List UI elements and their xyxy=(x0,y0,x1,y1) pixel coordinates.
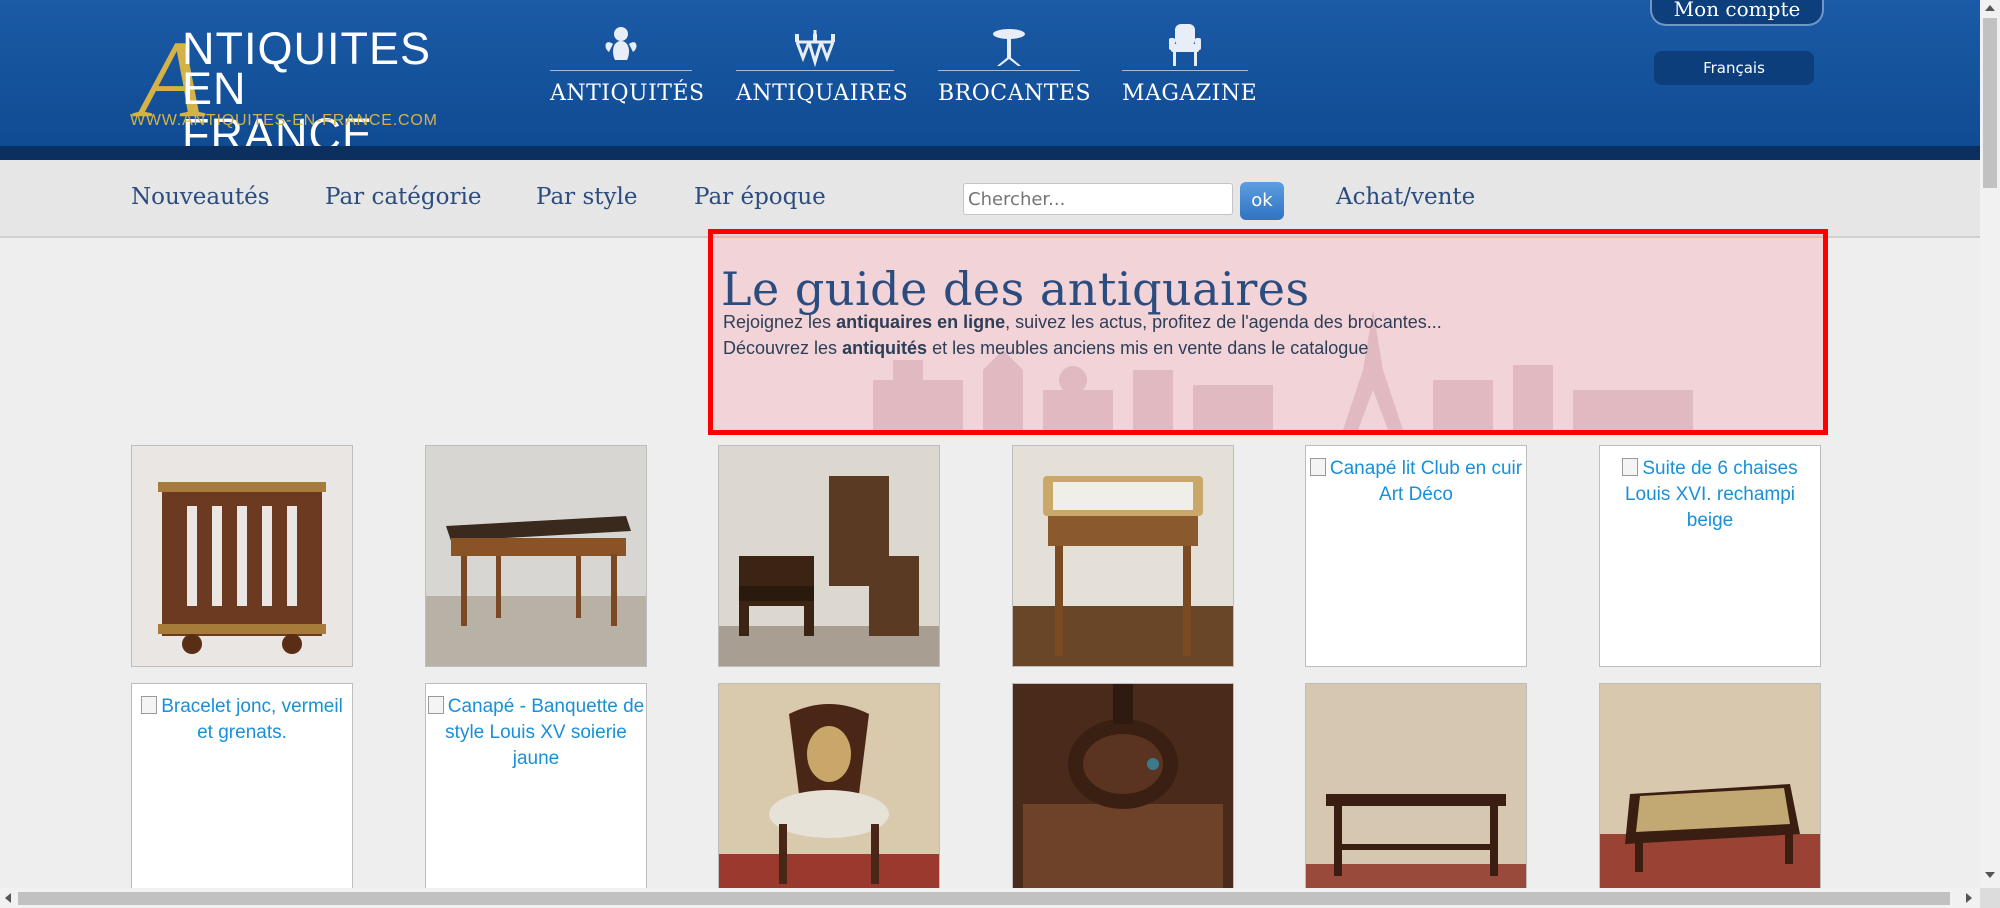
vertical-scroll-thumb[interactable] xyxy=(1983,18,1997,188)
product-tile[interactable]: Bracelet jonc, vermeil et grenats. xyxy=(131,683,353,905)
logo-url: WWW.ANTIQUITES-EN-FRANCE.COM xyxy=(130,112,438,129)
nav-separator xyxy=(938,70,1080,71)
broken-image-icon xyxy=(1309,458,1326,476)
product-photo-console-table xyxy=(1306,684,1526,904)
horizontal-scroll-thumb[interactable] xyxy=(18,892,1950,905)
language-selector[interactable]: Français xyxy=(1654,51,1814,85)
product-tile[interactable] xyxy=(718,683,940,905)
nav-label: MAGAZINE xyxy=(1122,81,1258,106)
product-image-alt[interactable]: Bracelet jonc, vermeil et grenats. xyxy=(132,694,352,746)
hero-banner: Le guide des antiquaires Rejoignez les a… xyxy=(708,229,1828,435)
product-photo-carved-panels-and-chair xyxy=(719,446,939,666)
nav-antiquites[interactable]: ANTIQUITÉS xyxy=(550,20,705,120)
search-input[interactable] xyxy=(963,183,1233,215)
product-tile[interactable] xyxy=(718,445,940,667)
product-tile[interactable]: Suite de 6 chaises Louis XVI. rechampi b… xyxy=(1599,445,1821,667)
nav-label: BROCANTES xyxy=(938,81,1092,106)
hero-bold-text: antiquités xyxy=(842,338,928,358)
cherub-icon xyxy=(550,20,692,68)
product-tile[interactable] xyxy=(131,445,353,667)
product-tile[interactable] xyxy=(1305,683,1527,905)
product-photo-revolving-bookcase xyxy=(132,446,352,666)
search-submit-button[interactable]: ok xyxy=(1240,182,1284,220)
product-tile[interactable] xyxy=(1599,683,1821,905)
account-button[interactable]: Mon compte xyxy=(1650,0,1824,26)
hero-line-2: Découvrez les antiquités et les meubles … xyxy=(723,338,1368,359)
product-tile[interactable] xyxy=(425,445,647,667)
nav-brocantes[interactable]: BROCANTES xyxy=(938,20,1092,120)
header-bottom-band xyxy=(0,146,2000,160)
product-image-alt[interactable]: Canapé - Banquette de style Louis XV soi… xyxy=(426,694,646,772)
product-image-alt[interactable]: Canapé lit Club en cuir Art Déco xyxy=(1306,456,1526,508)
scroll-left-arrow-icon[interactable] xyxy=(5,893,11,903)
subnav-par-epoque[interactable]: Par époque xyxy=(694,184,826,210)
broken-image-icon xyxy=(141,696,158,714)
subnav-par-style[interactable]: Par style xyxy=(536,184,637,210)
nav-separator xyxy=(1122,70,1248,71)
hero-bold-text: antiquaires en ligne xyxy=(836,312,1006,332)
broken-image-icon xyxy=(1622,458,1639,476)
subnav-achat-vente[interactable]: Achat/vente xyxy=(1336,184,1475,210)
scroll-down-arrow-icon[interactable] xyxy=(1985,872,1995,878)
product-title: Canapé - Banquette de style Louis XV soi… xyxy=(445,696,645,769)
hero-text: Rejoignez les xyxy=(723,312,837,332)
armchair-icon xyxy=(1122,20,1248,68)
product-tile[interactable]: Canapé - Banquette de style Louis XV soi… xyxy=(425,683,647,905)
secondary-nav: Nouveautés Par catégorie Par style Par é… xyxy=(0,160,2000,238)
product-photo-cane-back-chair xyxy=(719,684,939,904)
product-photo-leather-top-desk xyxy=(426,446,646,666)
subnav-par-categorie[interactable]: Par catégorie xyxy=(325,184,481,210)
nav-magazine[interactable]: MAGAZINE xyxy=(1122,20,1258,120)
site-header: A NTIQUITES EN FRANCE WWW.ANTIQUITES-EN-… xyxy=(0,0,2000,160)
hero-text: et les meubles anciens mis en vente dans… xyxy=(927,338,1369,358)
subnav-nouveautes[interactable]: Nouveautés xyxy=(131,184,270,210)
product-title: Bracelet jonc, vermeil et grenats. xyxy=(161,696,343,743)
hero-text: Découvrez les xyxy=(723,338,843,358)
broken-image-icon xyxy=(427,696,444,714)
product-image-alt[interactable]: Suite de 6 chaises Louis XVI. rechampi b… xyxy=(1600,456,1820,534)
page-title: Le guide des antiquaires xyxy=(721,262,1310,316)
gueridon-table-icon xyxy=(938,20,1080,68)
scroll-right-arrow-icon[interactable] xyxy=(1966,893,1972,903)
product-tile[interactable] xyxy=(1012,683,1234,905)
scroll-up-arrow-icon[interactable] xyxy=(1985,5,1995,11)
product-photo-carved-vase-pedestal xyxy=(1013,684,1233,904)
hero-text: , suivez les actus, profitez de l'agenda… xyxy=(1005,312,1442,332)
product-title: Suite de 6 chaises Louis XVI. rechampi b… xyxy=(1624,458,1798,531)
nav-separator xyxy=(736,70,894,71)
scrollbar-corner xyxy=(1980,888,2000,908)
nav-label: ANTIQUITÉS xyxy=(550,81,705,106)
vertical-scrollbar[interactable] xyxy=(1980,0,2000,892)
product-title: Canapé lit Club en cuir Art Déco xyxy=(1329,458,1523,505)
nav-separator xyxy=(550,70,692,71)
product-photo-lacquered-coffee-table xyxy=(1600,684,1820,904)
nav-label: ANTIQUAIRES xyxy=(736,81,909,106)
product-photo-marble-top-side-table xyxy=(1013,446,1233,666)
site-logo[interactable]: A NTIQUITES EN FRANCE WWW.ANTIQUITES-EN-… xyxy=(130,24,450,158)
product-tile[interactable]: Canapé lit Club en cuir Art Déco xyxy=(1305,445,1527,667)
chandelier-icon xyxy=(736,20,894,68)
hero-line-1: Rejoignez les antiquaires en ligne, suiv… xyxy=(723,312,1442,333)
horizontal-scrollbar[interactable] xyxy=(0,888,1980,908)
product-tile[interactable] xyxy=(1012,445,1234,667)
nav-antiquaires[interactable]: ANTIQUAIRES xyxy=(736,20,909,120)
